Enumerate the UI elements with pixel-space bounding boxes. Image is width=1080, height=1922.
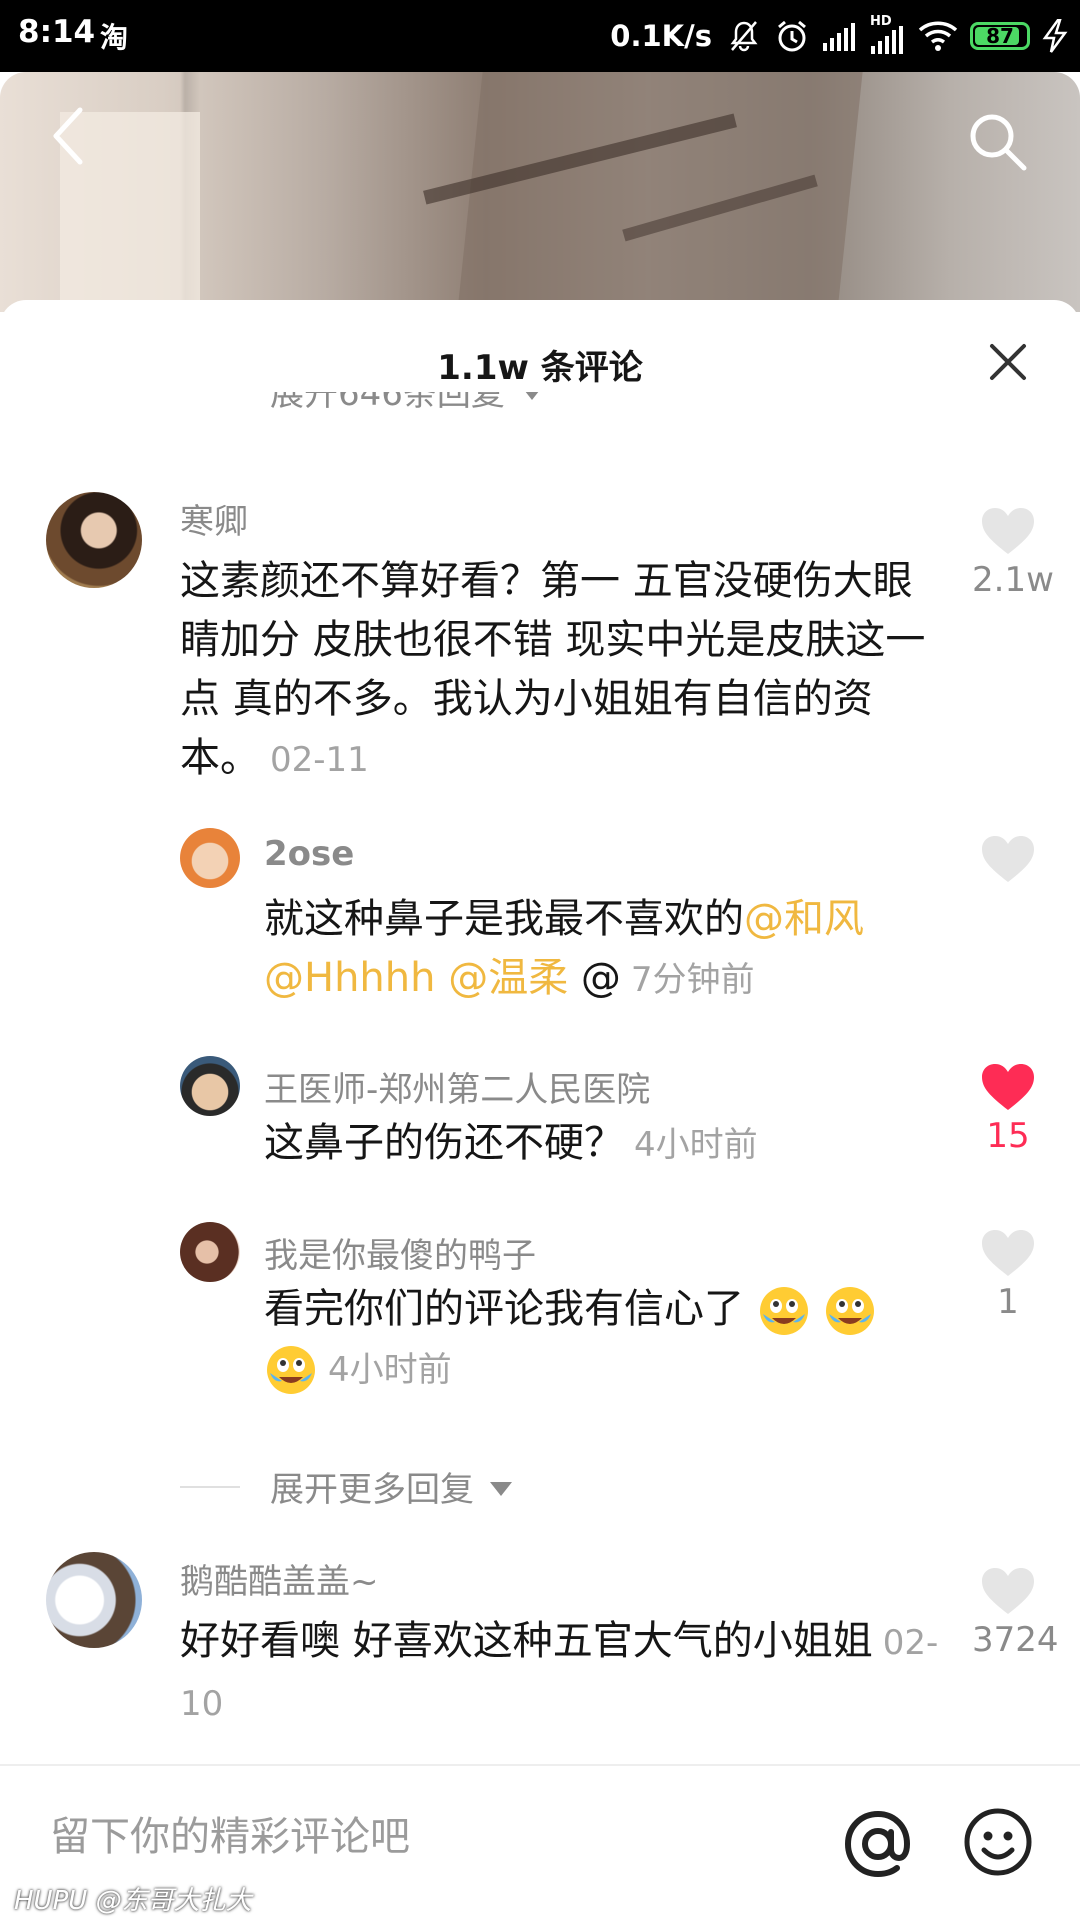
like-count: 1 xyxy=(997,1282,1019,1322)
heart-icon xyxy=(982,1568,1034,1614)
comment-text: 就这种鼻子是我最不喜欢的@和风 @Hhhhh @温柔 @7分钟前 xyxy=(264,896,864,1001)
search-icon[interactable] xyxy=(966,110,1030,174)
comment-username[interactable]: 2ose xyxy=(264,834,354,874)
signal-icon xyxy=(823,23,855,51)
close-icon[interactable] xyxy=(986,340,1030,384)
avatar[interactable] xyxy=(46,1552,142,1648)
like-count: 3724 xyxy=(972,1620,1059,1660)
alarm-icon xyxy=(778,20,806,52)
comment-username[interactable]: 王医师-郑州第二人民医院 xyxy=(264,1062,650,1111)
video-background xyxy=(0,72,1080,312)
comment-text: 这素颜还不算好看？第一 五官没硬伤大眼睛加分 皮肤也很不错 现实中光是皮肤这一点… xyxy=(180,558,926,781)
comment-text: 看完你们的评论我有信心了 4小时前 xyxy=(264,1280,944,1400)
tears-of-joy-emoji-icon xyxy=(267,1346,315,1394)
avatar[interactable] xyxy=(180,1056,240,1116)
mention-link[interactable]: @Hhhhh xyxy=(264,955,435,1001)
avatar[interactable] xyxy=(180,1222,240,1282)
back-icon[interactable] xyxy=(46,104,94,168)
comment-list: 展开646条回复 寒卿 这素颜还不算好看？第一 五官没硬伤大眼睛加分 皮肤也很不… xyxy=(0,392,1080,1762)
battery-icon: 87 xyxy=(970,22,1030,50)
comment-username[interactable]: 我是你最傻的鸭子 xyxy=(264,1228,536,1277)
expand-more-replies-button[interactable]: 展开更多回复 xyxy=(180,1462,512,1511)
caret-down-icon xyxy=(520,392,543,400)
mention-link[interactable]: @和风 xyxy=(744,896,864,942)
comment-input[interactable]: 留下你的精彩评论吧 xyxy=(50,1804,410,1862)
emoji-icon[interactable] xyxy=(962,1806,1034,1878)
comment-time: 7分钟前 xyxy=(630,960,755,1000)
mention-link[interactable]: @温柔 xyxy=(448,955,568,1001)
watermark: HUPU @东哥大扎大 xyxy=(14,1886,252,1916)
like-button[interactable]: 1 xyxy=(972,1228,1044,1322)
expand-replies-button[interactable]: 展开646条回复 xyxy=(180,392,543,415)
mute-bell-icon xyxy=(730,21,758,52)
avatar[interactable] xyxy=(46,492,142,588)
status-bar: 8:14 淘 0.1K/s HD 87 xyxy=(0,0,1080,72)
comment-text: 好好看噢 好喜欢这种五官大气的小姐姐 02-10 xyxy=(180,1618,939,1724)
heart-icon xyxy=(982,836,1034,882)
network-speed: 0.1K/s xyxy=(610,19,712,53)
like-button[interactable]: 2.1w xyxy=(972,506,1054,600)
comment-time: 4小时前 xyxy=(328,1350,452,1390)
charging-icon xyxy=(1042,19,1068,53)
comments-sheet: 1.1w 条评论 展开646条回复 寒卿 这素颜还不算好看？第一 五官没硬伤大眼… xyxy=(0,300,1080,1920)
comment-username[interactable]: 寒卿 xyxy=(180,494,248,543)
heart-filled-icon xyxy=(982,1064,1034,1110)
avatar[interactable] xyxy=(180,828,240,888)
comment-text: 这鼻子的伤还不硬？ 4小时前 xyxy=(264,1120,758,1166)
like-button[interactable] xyxy=(972,834,1044,884)
wifi-icon xyxy=(918,21,958,51)
heart-icon xyxy=(982,1230,1034,1276)
comment-time: 02-11 xyxy=(270,740,369,780)
battery-level: 87 xyxy=(986,24,1014,48)
tears-of-joy-emoji-icon xyxy=(759,1287,808,1335)
heart-icon xyxy=(982,508,1034,554)
tears-of-joy-emoji-icon xyxy=(826,1287,875,1335)
like-button[interactable]: 15 xyxy=(972,1062,1044,1156)
comment-time: 4小时前 xyxy=(634,1125,758,1165)
like-button[interactable]: 3724 xyxy=(972,1566,1059,1660)
comments-count-title: 1.1w 条评论 xyxy=(437,348,643,388)
at-mention-icon[interactable] xyxy=(842,1808,914,1880)
hd-signal-icon: HD xyxy=(870,14,906,54)
status-time: 8:14 xyxy=(18,14,96,50)
like-count: 2.1w xyxy=(972,560,1054,600)
caret-down-icon xyxy=(490,1481,512,1496)
taobao-notification-icon: 淘 xyxy=(100,21,129,54)
comment-username[interactable]: 鹅酷酷盖盖~ xyxy=(180,1554,379,1603)
like-count: 15 xyxy=(986,1116,1030,1156)
